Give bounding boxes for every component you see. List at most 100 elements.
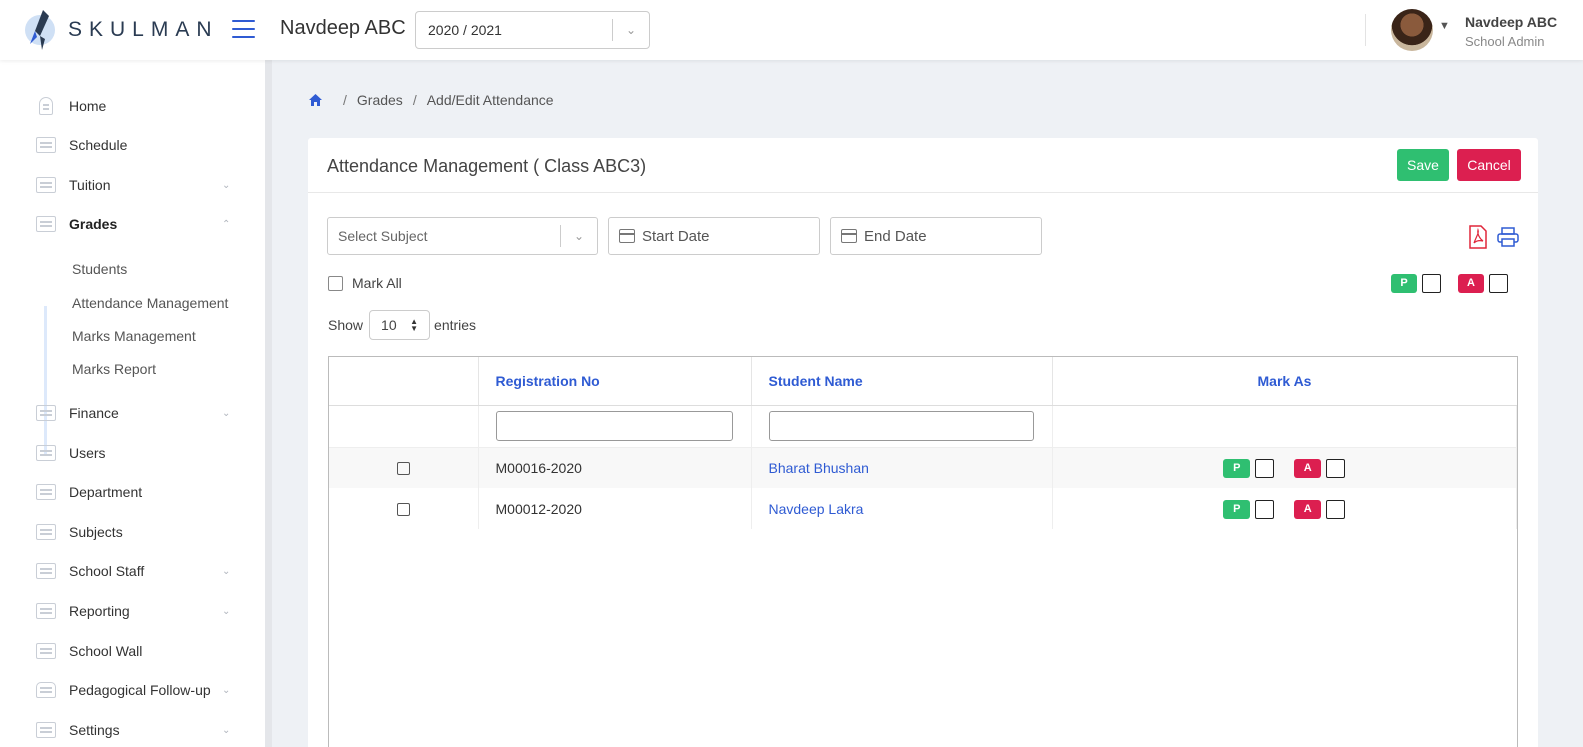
mark-as-cell: P A (1052, 447, 1517, 488)
school-name: Navdeep ABC (280, 17, 406, 39)
sidebar-item-school-staff[interactable]: School Staff ⌄ (0, 551, 265, 591)
table-row: M00012-2020 Navdeep Lakra P A (329, 488, 1517, 529)
present-badge: P (1223, 458, 1251, 478)
mark-all-present-checkbox[interactable] (1422, 274, 1441, 293)
column-header-select (329, 357, 479, 406)
page-length-control: Show 10 ▲ ▼ entries (328, 310, 476, 340)
menu-toggle-icon[interactable] (232, 20, 255, 38)
board-icon (36, 643, 56, 659)
top-header: SKULMAN Navdeep ABC 2020 / 2021 ⌄ ▼ Navd… (0, 0, 1583, 60)
page-title: Attendance Management ( Class ABC3) (327, 156, 647, 176)
sidebar-item-label: School Wall (69, 643, 143, 659)
end-date-field[interactable] (830, 217, 1042, 255)
sidebar-item-label: Tuition (69, 177, 111, 193)
user-avatar[interactable] (1391, 9, 1433, 51)
mark-all-absent-group: A (1458, 274, 1508, 293)
subject-select[interactable]: Select Subject ⌄ (327, 217, 598, 255)
board-icon (36, 137, 56, 153)
sidebar-item-finance[interactable]: Finance ⌄ (0, 393, 265, 433)
cancel-button[interactable]: Cancel (1457, 149, 1521, 181)
chevron-down-icon: ⌄ (222, 605, 231, 617)
row-checkbox[interactable] (396, 502, 410, 516)
absent-group: A (1294, 458, 1346, 478)
present-checkbox[interactable] (1255, 499, 1275, 519)
sidebar-item-label: Users (69, 445, 106, 461)
sidebar-item-pedagogical-follow-up[interactable]: Pedagogical Follow-up ⌄ (0, 670, 265, 710)
pdf-export-icon[interactable] (1469, 225, 1487, 249)
page-length-select[interactable]: 10 ▲ ▼ (369, 310, 431, 340)
save-button[interactable]: Save (1397, 149, 1449, 181)
chevron-down-icon: ⌄ (222, 724, 231, 736)
card-header: Attendance Management ( Class ABC3) Save… (308, 138, 1538, 193)
breadcrumb-separator: / (412, 92, 417, 108)
page-length-value: 10 (381, 317, 397, 333)
board-icon (36, 722, 56, 738)
start-date-input[interactable] (642, 227, 812, 245)
sidebar-item-label: Reporting (69, 603, 130, 619)
user-menu-chevron-icon[interactable]: ▼ (1439, 20, 1450, 32)
student-name-link[interactable]: Bharat Bhushan (769, 460, 869, 476)
submenu-item-marks-management[interactable]: Marks Management (72, 328, 196, 344)
sidebar-item-grades[interactable]: Grades ⌃ (0, 204, 265, 244)
sidebar-item-label: Home (69, 98, 107, 114)
row-select-cell (329, 488, 479, 529)
column-header-student-name[interactable]: Student Name (751, 357, 1053, 406)
filter-cell (478, 405, 752, 448)
table-header-row: Registration No Student Name Mark As (329, 357, 1517, 406)
sidebar-item-subjects[interactable]: Subjects (0, 512, 265, 552)
sidebar-item-settings[interactable]: Settings ⌄ (0, 710, 265, 747)
absent-group: A (1294, 499, 1346, 519)
student-name-cell: Bharat Bhushan (751, 447, 1053, 488)
present-group: P (1223, 499, 1275, 519)
mark-all-absent-checkbox[interactable] (1489, 274, 1508, 293)
row-select-cell (329, 447, 479, 488)
chevron-down-icon[interactable]: ⌄ (613, 23, 649, 37)
sidebar-item-users[interactable]: Users (0, 433, 265, 473)
car-icon (36, 682, 56, 698)
sidebar-item-schedule[interactable]: Schedule (0, 125, 265, 165)
sidebar-item-tuition[interactable]: Tuition ⌄ (0, 165, 265, 205)
mark-all-control[interactable]: Mark All (328, 275, 402, 291)
sidebar-item-reporting[interactable]: Reporting ⌄ (0, 591, 265, 631)
absent-badge: A (1294, 499, 1322, 519)
present-checkbox[interactable] (1255, 458, 1275, 478)
submenu-item-attendance-management[interactable]: Attendance Management (72, 295, 228, 311)
end-date-input[interactable] (864, 227, 1034, 245)
row-checkbox[interactable] (396, 461, 410, 475)
academic-year-select[interactable]: 2020 / 2021 ⌄ (415, 11, 650, 49)
app-logo[interactable]: SKULMAN (22, 5, 219, 55)
student-name-link[interactable]: Navdeep Lakra (769, 501, 864, 517)
board-icon (36, 603, 56, 619)
user-name[interactable]: Navdeep ABC (1465, 14, 1557, 30)
breadcrumb-item-grades[interactable]: Grades (357, 92, 403, 108)
sidebar-item-home[interactable]: Home (0, 86, 265, 126)
chevron-down-icon[interactable]: ⌄ (561, 229, 597, 243)
board-icon (36, 445, 56, 461)
table-row: M00016-2020 Bharat Bhushan P A (329, 447, 1517, 488)
mark-as-cell: P A (1052, 488, 1517, 529)
attendance-table: Registration No Student Name Mark As M00… (328, 356, 1518, 747)
start-date-field[interactable] (608, 217, 820, 255)
present-badge: P (1391, 274, 1417, 293)
registration-filter-input[interactable] (495, 411, 733, 441)
submenu-item-marks-report[interactable]: Marks Report (72, 361, 156, 377)
chevron-down-icon: ⌄ (222, 684, 231, 696)
calendar-icon (619, 229, 635, 243)
mark-all-checkbox[interactable] (328, 275, 343, 291)
print-icon[interactable] (1497, 227, 1519, 247)
home-icon[interactable] (308, 93, 323, 107)
absent-checkbox[interactable] (1326, 458, 1346, 478)
filter-cell (751, 405, 1053, 448)
column-header-registration-no[interactable]: Registration No (478, 357, 752, 406)
sidebar-item-department[interactable]: Department (0, 472, 265, 512)
absent-checkbox[interactable] (1326, 499, 1346, 519)
sidebar-item-label: Department (69, 484, 143, 500)
sidebar-item-label: Grades (69, 216, 118, 232)
board-icon (36, 524, 56, 540)
subject-select-placeholder: Select Subject (338, 228, 428, 244)
logo-text: SKULMAN (68, 18, 219, 41)
student-name-filter-input[interactable] (768, 411, 1034, 441)
submenu-item-students[interactable]: Students (72, 261, 127, 277)
chevron-down-icon: ⌄ (222, 407, 231, 419)
sidebar-item-school-wall[interactable]: School Wall (0, 631, 265, 671)
